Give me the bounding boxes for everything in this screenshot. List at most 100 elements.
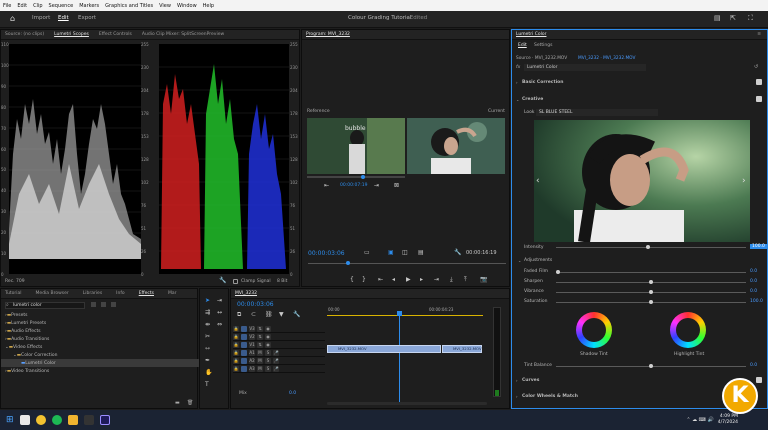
menu-edit[interactable]: Edit bbox=[14, 3, 30, 9]
curves-chevron-icon[interactable]: › bbox=[516, 378, 518, 383]
tab-audio-clip-mixer[interactable]: Audio Clip Mixer: SplitScreenPreview bbox=[142, 32, 224, 37]
wrench-icon[interactable]: 🔧 bbox=[219, 277, 226, 284]
home-icon[interactable]: ⌂ bbox=[10, 14, 15, 23]
tab-effect-controls[interactable]: Effect Controls bbox=[99, 32, 132, 37]
adjustment-value[interactable]: 0.0 bbox=[750, 279, 757, 284]
lock-track-icon[interactable]: 🔒 bbox=[233, 357, 239, 364]
track-name[interactable]: V3 bbox=[249, 325, 255, 332]
adjustments-chevron-icon[interactable]: ⌄ bbox=[518, 258, 521, 263]
curves-enable-checkbox[interactable] bbox=[756, 377, 762, 383]
timeline-settings-icon[interactable]: 🔧 bbox=[293, 311, 300, 318]
mute-track-button[interactable]: M bbox=[257, 365, 263, 372]
tab-libraries[interactable]: Libraries bbox=[83, 291, 102, 296]
adjustment-slider[interactable] bbox=[556, 300, 746, 304]
sync-lock-icon[interactable]: ⇅ bbox=[257, 341, 263, 348]
adjustments-label[interactable]: Adjustments bbox=[524, 258, 552, 263]
go-to-in-icon[interactable]: ⇤ bbox=[378, 276, 383, 283]
insert-icon[interactable]: ⤓ bbox=[450, 276, 453, 284]
spotify-icon[interactable] bbox=[51, 415, 62, 425]
tab-lumetri-scopes[interactable]: Lumetri Scopes bbox=[54, 32, 89, 37]
new-bin-icon[interactable]: ▬ bbox=[175, 400, 180, 406]
hand-tool-icon[interactable]: ✋ bbox=[205, 369, 212, 376]
file-explorer-icon[interactable] bbox=[67, 415, 78, 425]
look-select[interactable]: SL BLUE STEEL bbox=[536, 109, 658, 116]
nest-icon[interactable]: ⧉ bbox=[237, 311, 241, 319]
section-basic-correction[interactable]: Basic Correction bbox=[522, 80, 563, 85]
voiceover-record-icon[interactable]: 🎤 bbox=[273, 357, 279, 364]
fullscreen-icon[interactable]: ⛶ bbox=[748, 14, 753, 23]
effects-tree-item[interactable]: › ▬ Audio Effects bbox=[1, 327, 199, 335]
reset-icon[interactable]: ↺ bbox=[754, 64, 758, 70]
reference-scrubber[interactable] bbox=[307, 175, 405, 179]
tab-source[interactable]: Source: (no clips) bbox=[5, 32, 44, 37]
video-clip-1[interactable]: MVI_3232.MOV bbox=[327, 345, 441, 353]
effects-tree-item[interactable]: › ▬ Video Transitions bbox=[1, 367, 199, 375]
adjustment-slider[interactable] bbox=[556, 280, 746, 284]
basic-chevron-icon[interactable]: › bbox=[516, 80, 518, 85]
adjustment-slider-knob[interactable] bbox=[556, 270, 560, 274]
accelerated-effects-icon[interactable] bbox=[91, 302, 96, 307]
program-time-ruler[interactable] bbox=[308, 261, 506, 269]
tab-import[interactable]: Import bbox=[32, 15, 50, 21]
toggle-output-eye-icon[interactable]: ◉ bbox=[265, 325, 271, 332]
lock-track-icon[interactable]: 🔒 bbox=[233, 349, 239, 356]
track-name[interactable]: A1 bbox=[249, 349, 255, 356]
overwrite-icon[interactable]: ⤒ bbox=[464, 276, 467, 284]
tab-info[interactable]: Info bbox=[116, 291, 125, 296]
adjustment-slider-knob[interactable] bbox=[649, 300, 653, 304]
section-color-wheels[interactable]: Color Wheels & Match bbox=[522, 394, 578, 399]
timeline-playhead[interactable] bbox=[399, 313, 400, 405]
tint-balance-slider[interactable] bbox=[556, 364, 746, 368]
split-view-icon[interactable]: ▤ bbox=[418, 249, 424, 256]
clock-date[interactable]: 4/7/2024 bbox=[718, 420, 738, 426]
rate-stretch-tool-icon[interactable]: ↔ bbox=[217, 309, 222, 316]
effects-search-input[interactable]: lumetri color bbox=[5, 302, 85, 309]
section-creative[interactable]: Creative bbox=[522, 97, 543, 102]
tab-tutorial[interactable]: Tutorial bbox=[5, 291, 22, 296]
mark-in-icon[interactable]: { bbox=[350, 276, 354, 283]
track-name[interactable]: V1 bbox=[249, 341, 255, 348]
lock-track-icon[interactable]: 🔒 bbox=[233, 341, 239, 348]
app-icon[interactable] bbox=[83, 415, 94, 425]
video-clip-2[interactable]: MVI_3232.MOV bbox=[442, 345, 482, 353]
solo-track-button[interactable]: S bbox=[265, 365, 271, 372]
comparison-view-icon[interactable]: ▣ bbox=[388, 249, 394, 256]
source-clip-label[interactable]: Source · MVI_3232.MOV bbox=[516, 56, 567, 61]
effect-select[interactable]: Lumetri Color bbox=[524, 64, 646, 71]
track-target-toggle[interactable] bbox=[241, 341, 247, 348]
intensity-slider-knob[interactable] bbox=[646, 245, 650, 249]
lumetri-tab-edit[interactable]: Edit bbox=[518, 43, 527, 48]
timeline-tab[interactable]: MVI_3232 bbox=[235, 291, 257, 296]
solo-track-button[interactable]: S bbox=[265, 357, 271, 364]
pen-tool-icon[interactable]: ✒ bbox=[205, 357, 210, 364]
menu-help[interactable]: Help bbox=[200, 3, 217, 9]
ref-prev-edit-icon[interactable]: ⇤ bbox=[324, 182, 329, 189]
voiceover-record-icon[interactable]: 🎤 bbox=[273, 349, 279, 356]
effects-tree-item[interactable]: › ▬ Audio Transitions bbox=[1, 335, 199, 343]
rolling-edit-tool-icon[interactable]: ⇔ bbox=[217, 321, 222, 328]
adjustment-value[interactable]: 0.0 bbox=[750, 289, 757, 294]
intensity-slider[interactable] bbox=[556, 245, 746, 249]
adjustment-value[interactable]: 100.0 bbox=[750, 299, 763, 304]
creative-chevron-icon[interactable]: ⌄ bbox=[516, 97, 519, 102]
menu-window[interactable]: Window bbox=[174, 3, 200, 9]
yuv-effects-icon[interactable] bbox=[111, 302, 116, 307]
tab-edit[interactable]: Edit bbox=[58, 15, 69, 21]
mute-track-button[interactable]: M bbox=[257, 349, 263, 356]
quick-export-icon[interactable]: ⇱ bbox=[730, 14, 736, 22]
previous-look-icon[interactable]: ‹ bbox=[536, 176, 540, 186]
program-playhead[interactable] bbox=[346, 261, 350, 265]
system-tray-icons[interactable]: ⌃ ☁ ⌨ 🔊 bbox=[686, 417, 713, 423]
step-back-icon[interactable]: ◂ bbox=[392, 276, 395, 283]
type-tool-icon[interactable]: T bbox=[205, 381, 209, 388]
tab-effects[interactable]: Effects bbox=[139, 291, 154, 296]
shadow-tint-wheel[interactable] bbox=[576, 312, 612, 348]
search-taskbar-icon[interactable] bbox=[19, 415, 30, 425]
sync-lock-icon[interactable]: ⇅ bbox=[257, 325, 263, 332]
fit-icon[interactable]: ▭ bbox=[364, 249, 370, 256]
menu-sequence[interactable]: Sequence bbox=[46, 3, 77, 9]
effects-tree-item[interactable]: ⌄ ▬ Color Correction bbox=[1, 351, 199, 359]
basic-enable-checkbox[interactable] bbox=[756, 79, 762, 85]
creative-enable-checkbox[interactable] bbox=[756, 96, 762, 102]
track-target-toggle[interactable] bbox=[241, 365, 247, 372]
